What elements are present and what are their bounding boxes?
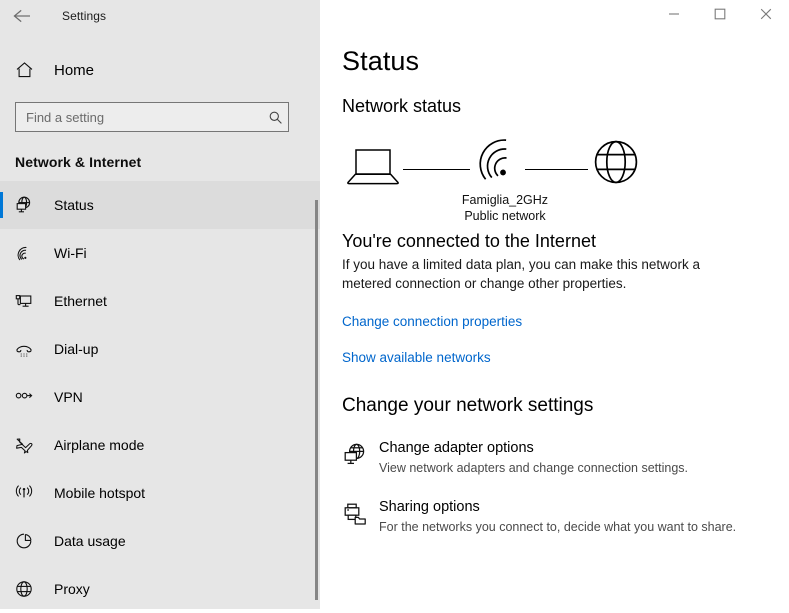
laptop-icon [345,140,401,193]
sidebar-item-label: Mobile hotspot [54,485,146,501]
data-usage-pie-icon [13,531,35,551]
network-identity: Famiglia_2GHz Public network [430,192,580,224]
back-arrow-icon [12,8,34,24]
sidebar-item-label: Status [54,197,94,213]
connection-status-title: You're connected to the Internet [342,231,596,251]
show-available-networks-link[interactable]: Show available networks [342,350,789,365]
close-icon [760,7,772,25]
option-description: View network adapters and change connect… [379,461,688,475]
connection-line-left [403,169,470,170]
sidebar: Settings Home Network & Internet [0,0,320,609]
wifi-signal-icon [472,133,524,190]
page-title: Status [342,46,420,76]
globe-icon [590,136,642,193]
sidebar-scrollbar-thumb[interactable] [315,200,318,600]
sidebar-item-label: Airplane mode [54,437,145,453]
sidebar-category-heading: Network & Internet [15,154,142,170]
settings-window: Settings Home Network & Internet [0,0,789,609]
network-type: Public network [464,209,546,223]
adapter-globe-icon [342,439,376,473]
hotspot-icon [13,483,35,503]
sharing-printer-folder-icon [342,498,376,532]
minimize-button[interactable] [651,0,697,32]
network-diagram: Famiglia_2GHz Public network [342,130,662,224]
network-name: Famiglia_2GHz [461,193,549,207]
sidebar-item-label: Dial-up [54,341,99,357]
search-icon[interactable] [262,110,288,125]
sidebar-item-status[interactable]: Status [0,181,320,229]
change-adapter-options-text: Change adapter options View network adap… [379,439,688,476]
wifi-icon [13,243,35,263]
minimize-icon [668,7,680,25]
globe-icon [13,579,35,599]
home-label: Home [54,61,95,79]
maximize-icon [714,7,726,25]
sharing-options-text: Sharing options For the networks you con… [379,498,736,535]
sidebar-item-ethernet[interactable]: Ethernet [0,277,320,325]
main-content: Status Network status Famiglia_2GHz Publ… [320,0,789,609]
change-adapter-options-row[interactable]: Change adapter options View network adap… [342,439,789,476]
window-controls [320,0,789,32]
option-title: Sharing options [379,499,480,515]
option-title: Change adapter options [379,440,534,456]
connection-line-right [525,169,588,170]
sidebar-item-data-usage[interactable]: Data usage [0,517,320,565]
back-button[interactable] [0,0,46,32]
sidebar-item-airplane-mode[interactable]: Airplane mode [0,421,320,469]
option-description: For the networks you connect to, decide … [379,520,737,534]
maximize-button[interactable] [697,0,743,32]
sidebar-item-label: Wi-Fi [54,245,87,261]
ethernet-icon [13,291,35,311]
app-title: Settings [62,9,107,23]
sidebar-item-vpn[interactable]: VPN [0,373,320,421]
sidebar-item-label: VPN [54,389,83,405]
sidebar-item-mobile-hotspot[interactable]: Mobile hotspot [0,469,320,517]
sharing-options-row[interactable]: Sharing options For the networks you con… [342,498,789,535]
airplane-icon [13,435,35,455]
sidebar-item-label: Proxy [54,581,90,597]
search-box[interactable] [15,102,289,132]
sidebar-item-home[interactable]: Home [0,50,320,90]
sidebar-nav-list: Status Wi-Fi Ethernet Dial-up VPN Airpla… [0,181,320,613]
sidebar-item-wifi[interactable]: Wi-Fi [0,229,320,277]
sidebar-item-proxy[interactable]: Proxy [0,565,320,613]
network-status-heading: Network status [342,96,462,116]
sidebar-item-label: Data usage [54,533,126,549]
dialup-phone-icon [13,339,35,359]
connection-status-description: If you have a limited data plan, you can… [342,257,700,291]
network-status-icon [13,195,35,215]
home-icon [13,61,35,79]
change-network-settings-heading: Change your network settings [342,395,594,416]
sidebar-item-label: Ethernet [54,293,107,309]
sidebar-item-dialup[interactable]: Dial-up [0,325,320,373]
close-button[interactable] [743,0,789,32]
vpn-icon [13,387,35,407]
sidebar-titlebar: Settings [0,0,320,32]
change-connection-properties-link[interactable]: Change connection properties [342,314,789,329]
search-input[interactable] [16,104,262,130]
